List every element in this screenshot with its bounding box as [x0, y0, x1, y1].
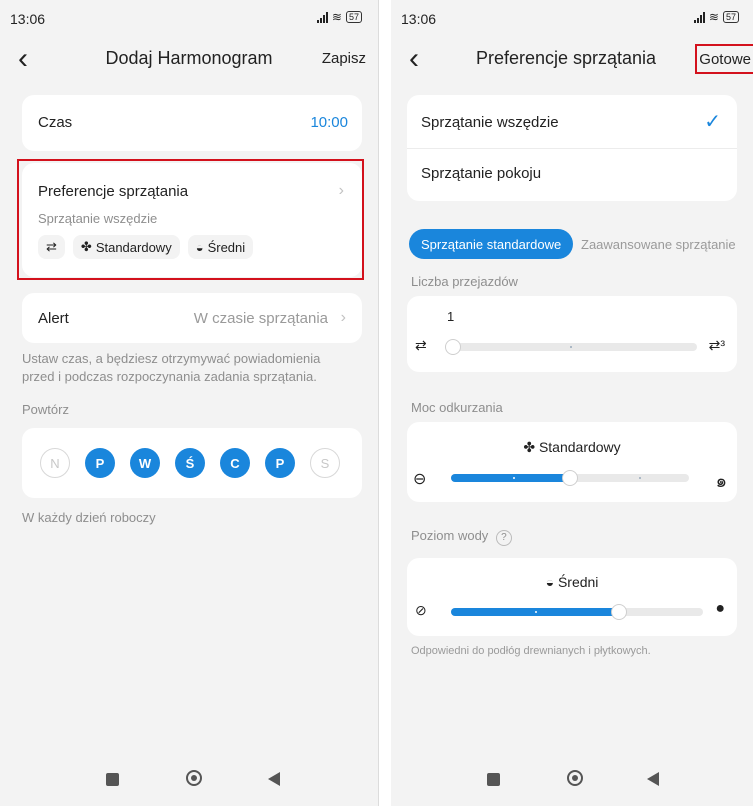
passes-value: 1 [447, 309, 455, 324]
passes-label: Liczba przejazdów [411, 274, 518, 289]
top-nav: ‹ Dodaj Harmonogram Zapisz [0, 40, 378, 80]
save-button[interactable]: Zapisz [322, 50, 366, 67]
alert-row[interactable]: Alert W czasie sprzątania › [22, 293, 362, 343]
suction-card: ✤ Standardowy ⊖ ๑ [407, 422, 737, 502]
suction-label: Moc odkurzania [411, 400, 503, 415]
day-toggle[interactable]: W [130, 448, 160, 478]
water-value-row: ◒ Średni [407, 574, 737, 590]
suction-slider[interactable] [451, 470, 689, 486]
status-icons: ≋ 57 [693, 10, 739, 24]
option-label: Sprzątanie wszędzie [421, 114, 559, 131]
day-toggle[interactable]: N [40, 448, 70, 478]
slider-knob[interactable] [445, 339, 461, 355]
system-nav-bar [0, 756, 378, 806]
day-toggle[interactable]: P [85, 448, 115, 478]
battery-icon: 57 [345, 11, 362, 23]
highlight-box [695, 44, 753, 74]
triple-pass-icon: ⇄³ [708, 337, 725, 353]
day-toggle[interactable]: P [265, 448, 295, 478]
water-note: Odpowiedni do podłóg drewnianych i płytk… [411, 645, 651, 657]
day-toggle[interactable]: C [220, 448, 250, 478]
min-suction-icon: ⊖ [413, 471, 427, 488]
status-icons: ≋ 57 [316, 10, 362, 24]
alert-value: W czasie sprzątania [193, 310, 328, 327]
schedule-screen: 13:06 ≋ 57 ‹ Dodaj Harmonogram Zapisz Cz… [0, 0, 379, 806]
water-drop-icon: ◒ [545, 574, 558, 590]
single-pass-icon: ⇄ [415, 337, 427, 353]
highlight-box [17, 159, 364, 280]
signal-icon [316, 11, 328, 23]
system-nav-bar [391, 756, 753, 806]
status-bar: 13:06 ≋ 57 [391, 0, 753, 40]
chevron-right-icon: › [340, 309, 346, 326]
fan-icon: ✤ [523, 439, 539, 455]
back-nav-button[interactable] [268, 772, 280, 786]
time-row[interactable]: Czas 10:00 [22, 95, 362, 151]
status-time: 13:06 [10, 11, 46, 27]
day-toggle[interactable]: Ś [175, 448, 205, 478]
alert-label: Alert [38, 310, 69, 327]
time-value: 10:00 [310, 114, 348, 131]
water-label: Poziom wody [411, 528, 489, 543]
help-icon[interactable]: ? [495, 530, 512, 546]
repeat-days: NPWŚCPS [22, 428, 362, 498]
signal-icon [693, 11, 705, 23]
tab-standard[interactable]: Sprzątanie standardowe [409, 229, 574, 259]
day-selector: NPWŚCPS [40, 448, 340, 478]
passes-card: 1 ⇄ ⇄³ [407, 296, 737, 372]
passes-slider[interactable] [445, 339, 697, 355]
alert-note: Ustaw czas, a będziesz otrzymywać powiad… [22, 351, 321, 384]
repeat-label: Powtórz [22, 402, 69, 417]
suction-fill [451, 474, 570, 482]
recent-apps-button[interactable] [106, 773, 119, 786]
tab-advanced[interactable]: Zaawansowane sprzątanie [581, 229, 736, 259]
option-label: Sprzątanie pokoju [421, 165, 542, 182]
recent-apps-button[interactable] [487, 773, 500, 786]
option-room[interactable]: Sprzątanie pokoju [407, 148, 737, 201]
status-bar: 13:06 ≋ 57 [0, 0, 378, 40]
time-label: Czas [38, 114, 73, 131]
water-label-row: Poziom wody ? [411, 528, 512, 546]
max-water-icon: ● [715, 600, 725, 617]
suction-value: Standardowy [538, 439, 621, 455]
day-toggle[interactable]: S [310, 448, 340, 478]
water-fill [451, 608, 619, 616]
status-time: 13:06 [401, 11, 437, 27]
battery-icon: 57 [722, 11, 739, 23]
suction-value-row: ✤ Standardowy [407, 439, 737, 456]
water-card: ◒ Średni ⊘ ● [407, 558, 737, 636]
repeat-summary: W każdy dzień roboczy [22, 510, 156, 525]
max-suction-icon: ๑ [715, 471, 727, 491]
checkmark-icon: ✓ [704, 111, 721, 133]
wifi-icon: ≋ [708, 10, 719, 24]
water-value: Średni [557, 574, 599, 590]
wifi-icon: ≋ [331, 10, 342, 24]
water-slider[interactable] [451, 604, 703, 620]
cleaning-mode-list: Sprzątanie wszędzie ✓ Sprzątanie pokoju [407, 95, 737, 201]
back-nav-button[interactable] [647, 772, 659, 786]
slider-knob[interactable] [611, 604, 627, 620]
cleaning-preferences-screen: 13:06 ≋ 57 ‹ Preferencje sprzątania Goto… [391, 0, 753, 806]
home-button[interactable] [567, 770, 583, 786]
slider-knob[interactable] [562, 470, 578, 486]
home-button[interactable] [186, 770, 202, 786]
no-water-icon: ⊘ [415, 602, 427, 618]
option-everywhere[interactable]: Sprzątanie wszędzie ✓ [407, 95, 737, 149]
